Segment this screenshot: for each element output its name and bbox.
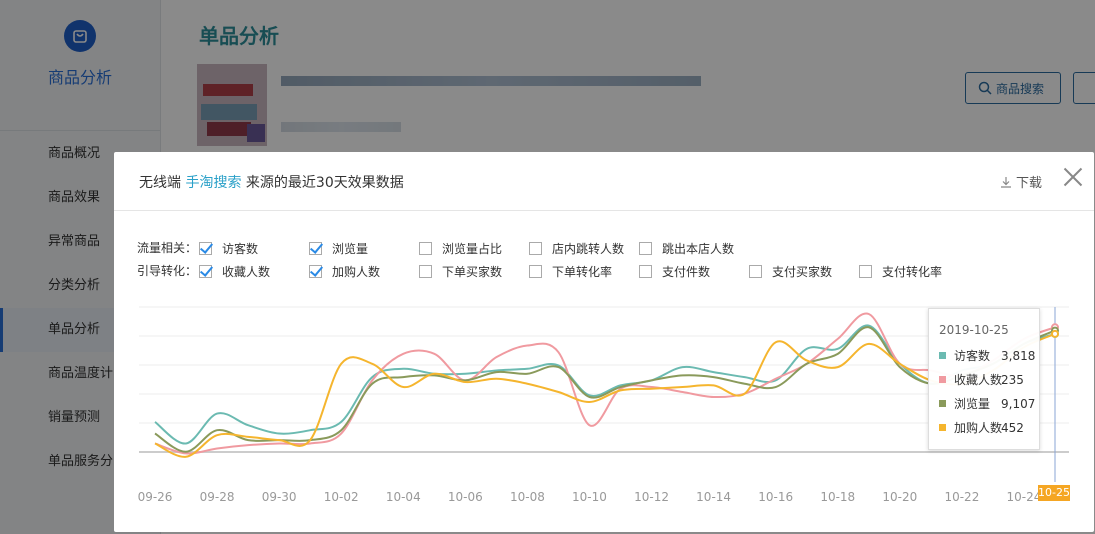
x-tick-label: 09-28 <box>199 490 235 504</box>
traffic-option-label: 浏览量占比 <box>442 242 503 256</box>
conversion-option-label: 支付件数 <box>662 265 711 279</box>
x-tick-label: 10-22 <box>944 490 980 504</box>
conversion-option-label: 下单转化率 <box>552 265 613 279</box>
conversion-option-label: 收藏人数 <box>222 265 271 279</box>
tooltip-series-value: 235 <box>1001 372 1024 387</box>
modal-title-suffix: 来源的最近30天效果数据 <box>245 175 404 191</box>
traffic-option[interactable]: 访客数 <box>199 240 258 257</box>
traffic-option-label: 浏览量 <box>332 242 369 256</box>
series-line <box>154 326 1056 453</box>
traffic-row-label: 流量相关： <box>137 241 198 255</box>
x-axis-highlight-label: 10-25 <box>1038 485 1070 501</box>
series-color-dot <box>939 424 946 431</box>
tooltip-series-name: 浏览量 <box>954 397 991 411</box>
tooltip-row: 访客数 3,818 <box>939 347 1035 364</box>
x-tick-label: 10-08 <box>509 490 545 504</box>
tooltip-series-name: 收藏人数 <box>954 373 1003 387</box>
series-hover-point <box>1051 329 1059 338</box>
checkbox[interactable] <box>639 242 652 255</box>
checkbox[interactable] <box>419 265 432 278</box>
x-tick-label: 09-26 <box>137 490 173 504</box>
series-line <box>154 324 1056 445</box>
series-color-dot <box>939 400 946 407</box>
conversion-option[interactable]: 下单买家数 <box>419 263 502 280</box>
conversion-option-label: 支付转化率 <box>882 265 943 279</box>
tooltip-date: 2019-10-25 <box>939 323 1009 337</box>
checkbox[interactable] <box>419 242 432 255</box>
checkbox[interactable] <box>199 242 212 255</box>
conversion-option[interactable]: 支付买家数 <box>749 263 832 280</box>
series-hover-point <box>1051 326 1059 335</box>
checkbox[interactable] <box>529 265 542 278</box>
series-line <box>154 312 1056 455</box>
x-tick-label: 10-06 <box>447 490 483 504</box>
conversion-option[interactable]: 收藏人数 <box>199 263 270 280</box>
x-tick-label: 10-20 <box>882 490 918 504</box>
tooltip-series-name: 访客数 <box>954 349 991 363</box>
tooltip-series-value: 452 <box>1001 420 1024 435</box>
traffic-option-label: 跳出本店人数 <box>662 242 735 256</box>
conversion-option[interactable]: 下单转化率 <box>529 263 612 280</box>
x-tick-label: 10-14 <box>696 490 732 504</box>
traffic-option-label: 店内跳转人数 <box>552 242 625 256</box>
conversion-row-label: 引导转化： <box>137 264 198 278</box>
checkbox[interactable] <box>309 265 322 278</box>
download-icon <box>1001 176 1011 188</box>
modal-title-prefix: 无线端 <box>139 175 181 191</box>
x-tick-label: 09-30 <box>261 490 297 504</box>
checkbox[interactable] <box>749 265 762 278</box>
conversion-option-label: 加购人数 <box>332 265 381 279</box>
series-color-dot <box>939 352 946 359</box>
modal-title-keyword: 手淘搜索 <box>185 175 242 191</box>
conversion-option[interactable]: 支付转化率 <box>859 263 942 280</box>
series-hover-point <box>1051 323 1059 332</box>
checkbox[interactable] <box>309 242 322 255</box>
tooltip-row: 加购人数 452 <box>939 419 1024 436</box>
tooltip-series-value: 3,818 <box>1001 348 1036 363</box>
x-tick-label: 10-16 <box>758 490 794 504</box>
tooltip-series-name: 加购人数 <box>954 421 1003 435</box>
x-tick-label: 10-24 <box>1006 490 1042 504</box>
tooltip-row: 浏览量 9,107 <box>939 395 1035 412</box>
traffic-option[interactable]: 浏览量占比 <box>419 240 502 257</box>
traffic-option[interactable]: 跳出本店人数 <box>639 240 734 257</box>
download-label: 下载 <box>1016 176 1043 191</box>
series-line <box>154 332 1056 458</box>
x-tick-label: 10-02 <box>323 490 359 504</box>
modal-title: 无线端 手淘搜索 来源的最近30天效果数据 <box>139 172 404 192</box>
modal-header: 无线端 手淘搜索 来源的最近30天效果数据 下载 <box>114 152 1094 211</box>
x-tick-label: 10-12 <box>634 490 669 504</box>
checkbox[interactable] <box>529 242 542 255</box>
checkbox[interactable] <box>859 265 872 278</box>
checkbox[interactable] <box>199 265 212 278</box>
traffic-option[interactable]: 店内跳转人数 <box>529 240 624 257</box>
series-color-dot <box>939 376 946 383</box>
conversion-option[interactable]: 支付件数 <box>639 263 710 280</box>
chart-tooltip: 2019-10-25 访客数 3,818 收藏人数 235 浏览量 9,107 加购人数 45… <box>928 308 1040 450</box>
conversion-option-label: 下单买家数 <box>442 265 503 279</box>
checkbox[interactable] <box>639 265 652 278</box>
download-button[interactable]: 下载 <box>1000 172 1042 191</box>
traffic-option-label: 访客数 <box>222 242 259 256</box>
close-icon[interactable] <box>1062 166 1084 188</box>
series-hover-point <box>1051 329 1059 338</box>
x-tick-label: 10-10 <box>572 490 607 504</box>
tooltip-row: 收藏人数 235 <box>939 371 1024 388</box>
conversion-option-label: 支付买家数 <box>772 265 833 279</box>
traffic-option[interactable]: 浏览量 <box>309 240 368 257</box>
x-tick-label: 10-04 <box>385 490 421 504</box>
conversion-option[interactable]: 加购人数 <box>309 263 380 280</box>
x-tick-label: 10-18 <box>820 490 856 504</box>
effect-data-modal: 无线端 手淘搜索 来源的最近30天效果数据 下载 流量相关： 引导转化： 访客数… <box>114 152 1094 532</box>
tooltip-series-value: 9,107 <box>1001 396 1036 411</box>
